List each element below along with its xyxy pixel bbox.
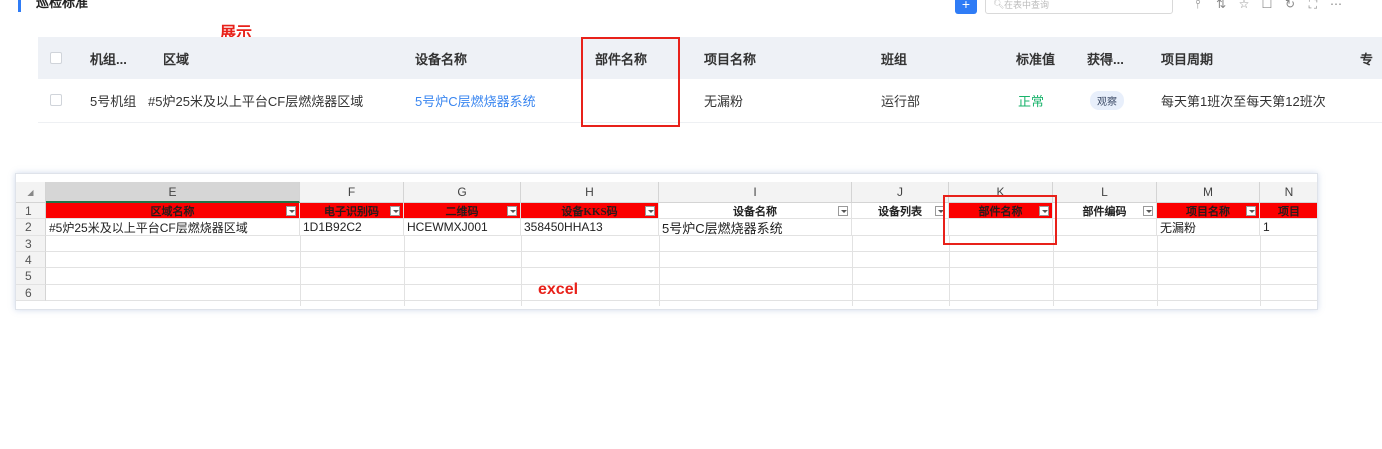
excel-header-cell[interactable]: 设备名称 — [659, 203, 852, 218]
excel-cell[interactable]: 1D1B92C2 — [300, 219, 404, 235]
filter-dropdown-icon[interactable] — [390, 206, 400, 216]
sort-icon[interactable]: ⇅ — [1213, 0, 1229, 11]
excel-header-text: 设备名称 — [733, 205, 777, 218]
cell-item: 无漏粉 — [704, 94, 744, 109]
excel-header-cell[interactable]: 设备KKS码 — [521, 203, 659, 218]
row-number-1[interactable]: 1 — [16, 203, 46, 219]
excel-cell[interactable] — [852, 219, 949, 235]
col-header-method[interactable]: 获得... — [1087, 37, 1124, 79]
select-all-corner[interactable]: ◢ — [16, 182, 46, 203]
col-header-area[interactable]: 区域 — [163, 37, 189, 79]
filter-dropdown-icon[interactable] — [1143, 206, 1153, 216]
col-header-standard[interactable]: 标准值 — [1016, 37, 1055, 79]
excel-header-text: 设备KKS码 — [561, 205, 618, 218]
excel-col-E[interactable]: E — [46, 182, 300, 203]
excel-col-N[interactable]: N — [1260, 182, 1317, 203]
excel-header-text: 项目名称 — [1186, 205, 1230, 218]
cell-standard-value: 正常 — [1018, 94, 1045, 109]
excel-header-text: 部件编码 — [1082, 205, 1127, 218]
filter-dropdown-icon[interactable] — [286, 206, 296, 216]
row-number-2[interactable]: 2 — [16, 219, 46, 236]
cell-device-link[interactable]: 5号炉C层燃烧器系统 — [415, 79, 536, 122]
row-number-5[interactable]: 5 — [16, 268, 46, 285]
excel-col-M[interactable]: M — [1157, 182, 1260, 203]
excel-header-cell[interactable]: 项目 — [1260, 203, 1317, 218]
filter-dropdown-icon[interactable] — [1246, 206, 1256, 216]
excel-header-cell[interactable]: 电子识别码 — [300, 203, 404, 218]
search-icon: 🔍︎ — [993, 0, 1005, 9]
excel-cell[interactable]: 无漏粉 — [1157, 219, 1260, 235]
excel-header-cell[interactable]: 项目名称 — [1157, 203, 1260, 218]
filter-dropdown-icon[interactable] — [507, 206, 517, 216]
fullscreen-icon[interactable]: ⛶ — [1305, 0, 1321, 12]
excel-cell[interactable]: 1 — [1260, 219, 1317, 235]
star-icon[interactable]: ☆ — [1236, 0, 1252, 11]
excel-header-text: 区域名称 — [150, 205, 195, 218]
excel-col-F[interactable]: F — [300, 182, 404, 203]
select-all-checkbox[interactable] — [50, 52, 62, 64]
title-accent-bar — [18, 0, 21, 12]
row-number-6[interactable]: 6 — [16, 285, 46, 301]
excel-col-I[interactable]: I — [659, 182, 852, 203]
excel-header-text: 项目 — [1278, 205, 1300, 218]
col-header-more[interactable]: 专 — [1360, 37, 1373, 79]
cell-team: 运行部 — [881, 94, 921, 109]
page-header: 巡检标准 + 🔍︎ ⫯ ⇅ ☆ ☐ ↻ ⛶ ⋯ — [0, 0, 1382, 22]
excel-header-text: 二维码 — [445, 205, 479, 218]
col-header-cycle[interactable]: 项目周期 — [1161, 37, 1213, 79]
excel-header-cell[interactable]: 设备列表 — [852, 203, 949, 218]
excel-column-headers: ◢ E F G H I J K L M N — [16, 182, 1317, 203]
search-input[interactable] — [1004, 0, 1164, 12]
excel-cell[interactable]: 5号炉C层燃烧器系统 — [659, 219, 852, 235]
excel-header-text: 设备列表 — [878, 205, 922, 218]
page-title: 巡检标准 — [36, 0, 89, 10]
table-header-row: 机组... 区域 设备名称 部件名称 项目名称 班组 标准值 获得... 项目周… — [38, 37, 1382, 79]
row-checkbox[interactable] — [50, 94, 62, 106]
excel-cell[interactable] — [1053, 219, 1157, 235]
table-row[interactable]: 5号机组 #5炉25米及以上平台CF层燃烧器区域 5号炉C层燃烧器系统 无漏粉 … — [38, 79, 1382, 123]
add-button[interactable]: + — [955, 0, 977, 14]
excel-header-cell[interactable]: 部件编码 — [1053, 203, 1157, 218]
annotation-excel-label: excel — [538, 281, 579, 298]
filter-dropdown-icon[interactable] — [838, 206, 848, 216]
excel-gridlines — [300, 236, 1261, 306]
annotation-highlight-part-column-excel — [943, 195, 1057, 245]
col-header-device[interactable]: 设备名称 — [415, 37, 467, 79]
cell-unit: 5号机组 — [90, 94, 137, 109]
excel-col-G[interactable]: G — [404, 182, 521, 203]
excel-cell[interactable]: #5炉25米及以上平台CF层燃烧器区域 — [46, 219, 300, 235]
cell-cycle: 每天第1班次至每天第12班次 — [1161, 94, 1326, 109]
excel-data-row: #5炉25米及以上平台CF层燃烧器区域 1D1B92C2 HCEWMXJ001 … — [46, 219, 1317, 236]
row-number-3[interactable]: 3 — [16, 236, 46, 252]
annotation-highlight-part-column — [581, 37, 680, 127]
method-badge: 观察 — [1090, 91, 1124, 110]
excel-col-H[interactable]: H — [521, 182, 659, 203]
excel-header-row: 区域名称 电子识别码 二维码 设备KKS码 设备名称 设备列表 部件名称 部件编… — [46, 203, 1317, 219]
excel-header-text: 电子识别码 — [324, 205, 379, 218]
col-header-unit[interactable]: 机组... — [90, 37, 127, 79]
excel-cell[interactable]: HCEWMXJ001 — [404, 219, 521, 235]
cell-area: #5炉25米及以上平台CF层燃烧器区域 — [148, 94, 364, 109]
excel-cell[interactable]: 358450HHA13 — [521, 219, 659, 235]
search-box[interactable]: 🔍︎ — [985, 0, 1173, 14]
excel-spreadsheet: ◢ E F G H I J K L M N 1 2 3 4 5 6 区域名称 电… — [15, 173, 1318, 310]
excel-col-L[interactable]: L — [1053, 182, 1157, 203]
col-header-item[interactable]: 项目名称 — [704, 37, 756, 79]
excel-header-cell[interactable]: 二维码 — [404, 203, 521, 218]
copy-icon[interactable]: ☐ — [1259, 0, 1275, 11]
filter-dropdown-icon[interactable] — [645, 206, 655, 216]
col-header-team[interactable]: 班组 — [881, 37, 907, 79]
more-icon[interactable]: ⋯ — [1328, 0, 1344, 11]
excel-header-cell[interactable]: 区域名称 — [46, 203, 300, 218]
cell-method: 观察 — [1090, 79, 1124, 122]
filter-icon[interactable]: ⫯ — [1190, 0, 1206, 12]
row-number-4[interactable]: 4 — [16, 252, 46, 268]
refresh-icon[interactable]: ↻ — [1282, 0, 1298, 11]
excel-col-J[interactable]: J — [852, 182, 949, 203]
